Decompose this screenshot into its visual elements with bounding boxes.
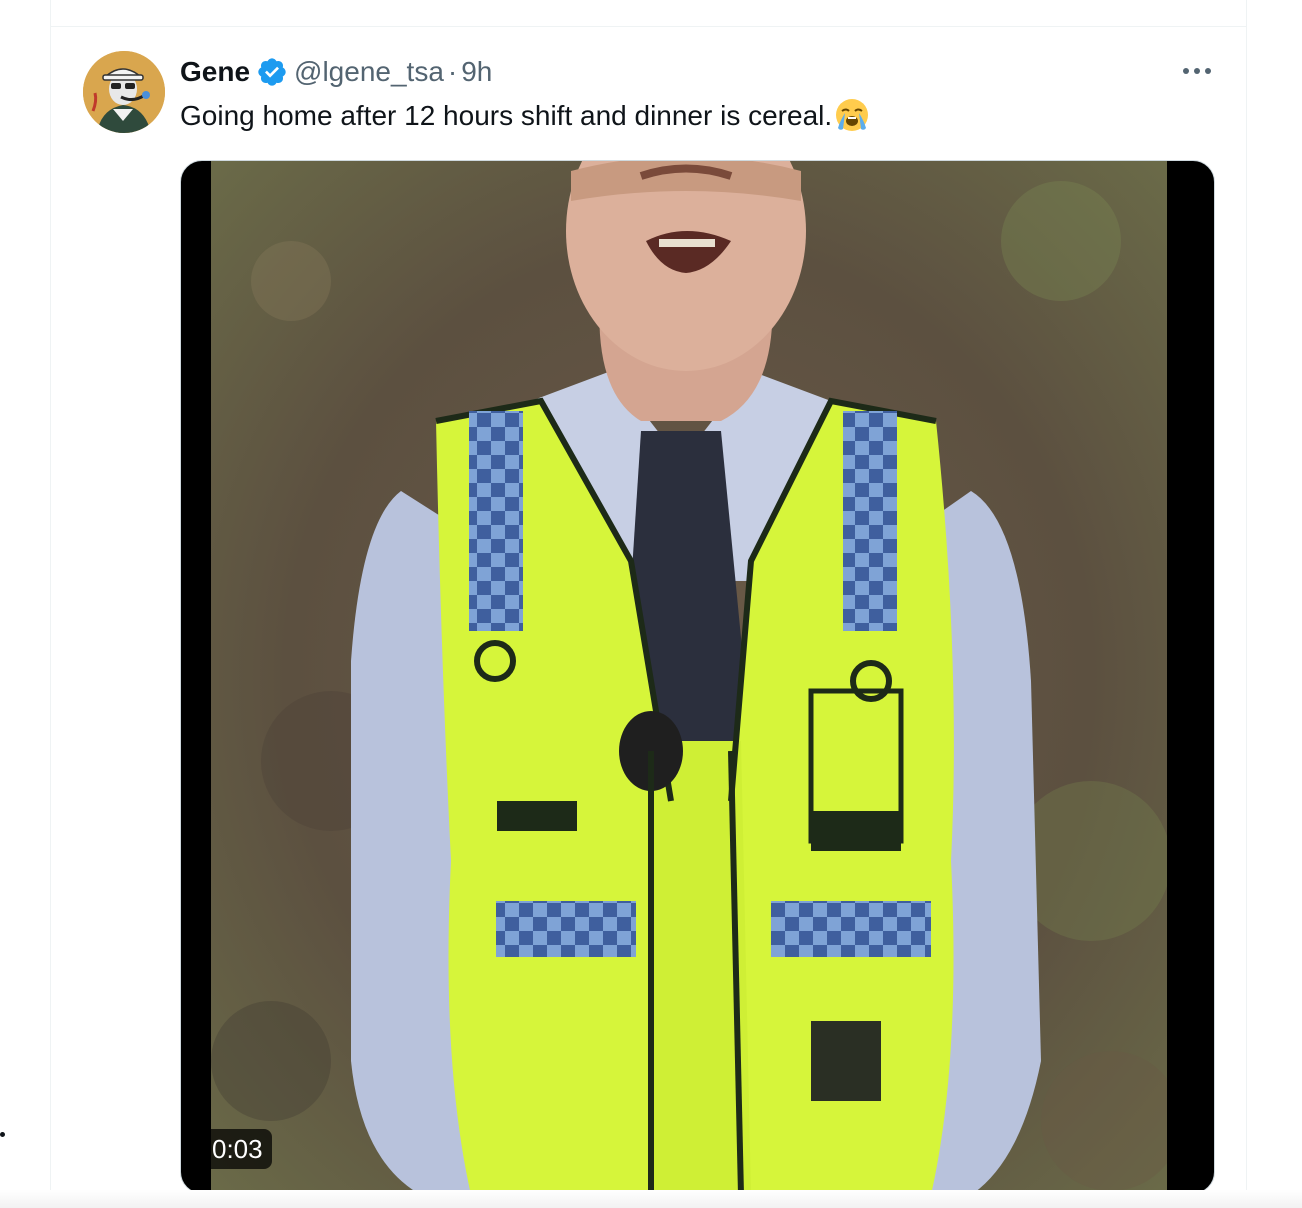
header-separator: · [447, 56, 458, 87]
verified-badge-icon[interactable] [256, 56, 288, 88]
more-options-icon[interactable] [1179, 57, 1215, 85]
display-name[interactable]: Gene [180, 56, 250, 88]
edge-dot [0, 1132, 5, 1137]
avatar-cartoon-icon [83, 51, 165, 133]
tweet-card[interactable]: Gene @lgene_tsa · 9h Going home after 12… [50, 27, 1247, 1208]
loudly-crying-face-icon [834, 97, 870, 133]
video-player[interactable]: 0:03 [180, 160, 1215, 1194]
previous-tweet-edge [50, 0, 1247, 27]
user-handle[interactable]: @lgene_tsa [294, 56, 444, 88]
bottom-edge [0, 1190, 1302, 1208]
timestamp[interactable]: 9h [461, 56, 492, 88]
tweet-text-body: Going home after 12 hours shift and dinn… [180, 100, 833, 131]
avatar[interactable] [83, 51, 165, 133]
video-thumbnail[interactable] [211, 161, 1167, 1193]
tweet-header: Gene @lgene_tsa · 9h [180, 55, 492, 89]
tweet-text: Going home after 12 hours shift and dinn… [180, 97, 870, 135]
video-duration-badge: 0:03 [203, 1129, 272, 1169]
